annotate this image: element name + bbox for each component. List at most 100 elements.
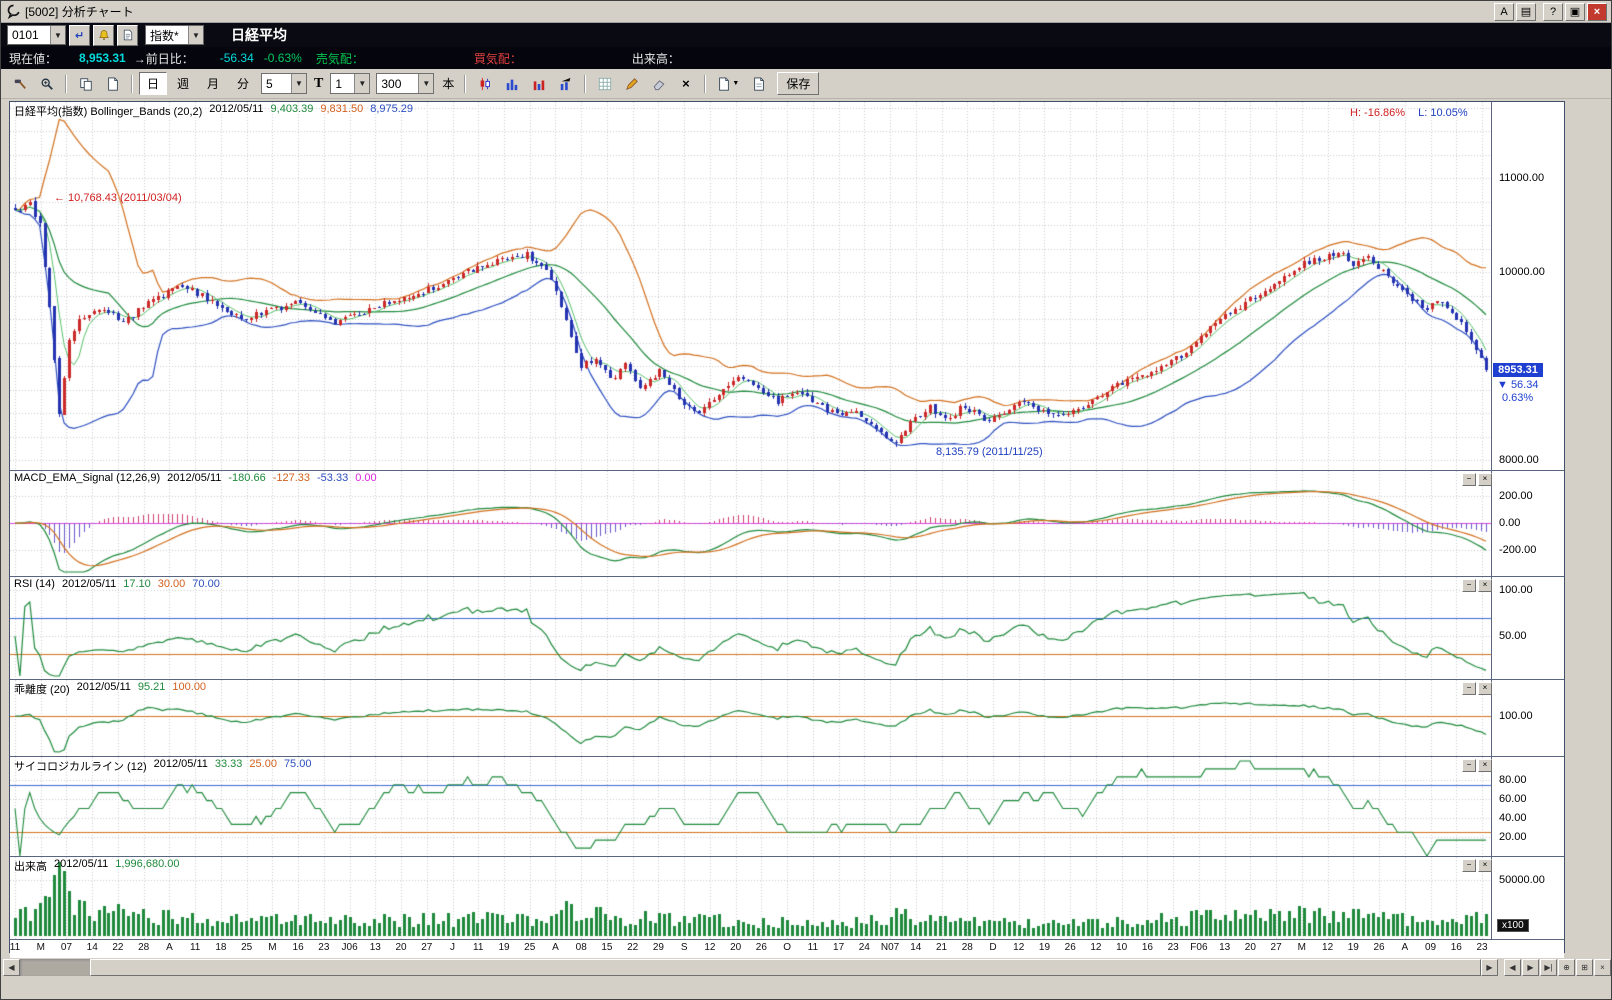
- chevron-down-icon[interactable]: ▼: [354, 74, 369, 93]
- grid-toggle-button[interactable]: [592, 72, 617, 95]
- chevron-down-icon[interactable]: ▼: [291, 74, 306, 93]
- chevron-down-icon[interactable]: ▼: [188, 26, 203, 44]
- close-window-button[interactable]: ×: [1587, 3, 1607, 21]
- panel-close-button[interactable]: ×: [1478, 579, 1492, 592]
- chevron-down-icon[interactable]: ▼: [50, 26, 65, 44]
- xaxis-label: J: [450, 942, 455, 953]
- sheet-menu-button[interactable]: ▼: [712, 72, 744, 95]
- tool-button[interactable]: [7, 72, 32, 95]
- grid-view-button[interactable]: ⊞: [1576, 959, 1593, 976]
- xaxis-label: 26: [756, 942, 767, 953]
- xaxis-label: 12: [1013, 942, 1024, 953]
- xaxis-label: N07: [881, 942, 899, 953]
- panel-minimize-button[interactable]: −: [1462, 859, 1476, 872]
- indicator-setting-button[interactable]: [553, 72, 578, 95]
- new-sheet-button[interactable]: [100, 72, 125, 95]
- main-chart-canvas[interactable]: [10, 102, 1492, 470]
- xaxis-label: 15: [601, 942, 612, 953]
- change-pct-value: -0.63%: [264, 51, 302, 65]
- layout-icon[interactable]: ▤: [1516, 3, 1536, 21]
- panel-close-button[interactable]: ×: [1478, 759, 1492, 772]
- period-month-button[interactable]: 月: [199, 72, 227, 95]
- psych-axis-label: 60.00: [1499, 793, 1527, 805]
- tick-value: 1: [331, 77, 354, 91]
- submit-code-button[interactable]: ↵: [69, 25, 90, 46]
- tick-select[interactable]: 1 ▼: [330, 73, 370, 94]
- category-select[interactable]: 指数* ▼: [145, 25, 204, 45]
- rsi-title: RSI (14): [14, 578, 55, 590]
- scroll-left-button[interactable]: ◀: [3, 959, 20, 976]
- main-panel-title: 日経平均(指数) Bollinger_Bands (20,2): [14, 103, 202, 119]
- rsi-low-guide: 30.00: [158, 578, 186, 590]
- macd-zero-value: 0.00: [355, 472, 376, 484]
- psychological-panel: サイコロジカルライン (12) 2012/05/11 33.33 25.00 7…: [10, 756, 1564, 856]
- volume-canvas[interactable]: [10, 857, 1492, 939]
- xaxis-label: 07: [61, 942, 72, 953]
- xaxis-label: 12: [1322, 942, 1333, 953]
- chevron-down-icon[interactable]: ▼: [418, 74, 433, 93]
- step-back-button[interactable]: ◀: [1504, 959, 1521, 976]
- rsi-high-guide: 70.00: [192, 578, 220, 590]
- delete-all-lines-button[interactable]: ×: [673, 72, 698, 95]
- line-chart-type-button[interactable]: [499, 72, 524, 95]
- kairi-canvas[interactable]: [10, 680, 1492, 756]
- xaxis-label: 12: [704, 942, 715, 953]
- scroll-right-button[interactable]: ▶: [1481, 959, 1498, 976]
- bar-chart-mixed-icon: [532, 77, 546, 91]
- erase-line-button[interactable]: [646, 72, 671, 95]
- macd-canvas[interactable]: [10, 471, 1492, 576]
- xaxis-label: 20: [1245, 942, 1256, 953]
- main-panel-label: 日経平均(指数) Bollinger_Bands (20,2) 2012/05/…: [14, 103, 413, 119]
- panel-close-button[interactable]: ×: [1478, 473, 1492, 486]
- step-forward-button[interactable]: ▶: [1522, 959, 1539, 976]
- volume-axis-label: 50000.00: [1499, 874, 1545, 886]
- candlestick-type-button[interactable]: [472, 72, 497, 95]
- macd-title: MACD_EMA_Signal (12,26,9): [14, 472, 160, 484]
- page-icon: [106, 77, 120, 91]
- volume-panel: 出来高 2012/05/11 1,996,680.00 − × 50000.00…: [10, 856, 1564, 939]
- period-minute-button[interactable]: 分: [229, 72, 257, 95]
- panel-minimize-button[interactable]: −: [1462, 682, 1476, 695]
- restore-button[interactable]: ▣: [1565, 3, 1585, 21]
- panel-close-button[interactable]: ×: [1478, 682, 1492, 695]
- sheet-save-button[interactable]: [746, 72, 771, 95]
- bar-chart-blue-icon: [505, 77, 519, 91]
- period-day-button[interactable]: 日: [139, 72, 167, 95]
- bar-count-select[interactable]: 300 ▼: [376, 73, 434, 94]
- close-panel-button[interactable]: ×: [1594, 959, 1611, 976]
- xaxis-label: A: [1401, 942, 1408, 953]
- rsi-canvas[interactable]: [10, 577, 1492, 679]
- draw-line-button[interactable]: [619, 72, 644, 95]
- rsi-axis-label: 50.00: [1499, 630, 1527, 642]
- zoom-button[interactable]: [34, 72, 59, 95]
- xaxis-label: 20: [730, 942, 741, 953]
- font-size-button[interactable]: A: [1494, 3, 1514, 21]
- scrollbar-track[interactable]: [20, 959, 90, 976]
- alert-button[interactable]: [93, 25, 114, 46]
- macd-hist-value: -53.33: [317, 472, 348, 484]
- memo-button[interactable]: [117, 25, 138, 46]
- horizontal-scrollbar[interactable]: ◀ ▶ ◀ ▶ ▶| ⊕ ⊞ ×: [3, 959, 1611, 976]
- panel-minimize-button[interactable]: −: [1462, 473, 1476, 486]
- psych-high-guide: 75.00: [284, 758, 312, 774]
- scrollbar-thumb[interactable]: [90, 959, 1481, 976]
- panel-minimize-button[interactable]: −: [1462, 759, 1476, 772]
- xaxis-label: 18: [215, 942, 226, 953]
- kairi-value: 95.21: [138, 681, 166, 697]
- period-week-button[interactable]: 週: [169, 72, 197, 95]
- copy-chart-button[interactable]: [73, 72, 98, 95]
- help-button[interactable]: ?: [1543, 3, 1563, 21]
- zoom-in-button[interactable]: ⊕: [1558, 959, 1575, 976]
- jump-to-end-button[interactable]: ▶|: [1540, 959, 1557, 976]
- panel-close-button[interactable]: ×: [1478, 859, 1492, 872]
- panel-minimize-button[interactable]: −: [1462, 579, 1476, 592]
- xaxis-label: 16: [1451, 942, 1462, 953]
- volume-overlay-button[interactable]: [526, 72, 551, 95]
- interval-select[interactable]: 5 ▼: [261, 73, 307, 94]
- grid-icon: [598, 77, 612, 91]
- toolbar-separator: [131, 75, 133, 93]
- symbol-code-input[interactable]: 0101 ▼: [7, 25, 66, 45]
- xaxis-label: 10: [1116, 942, 1127, 953]
- xaxis-label: 12: [1090, 942, 1101, 953]
- save-button[interactable]: 保存: [777, 72, 819, 95]
